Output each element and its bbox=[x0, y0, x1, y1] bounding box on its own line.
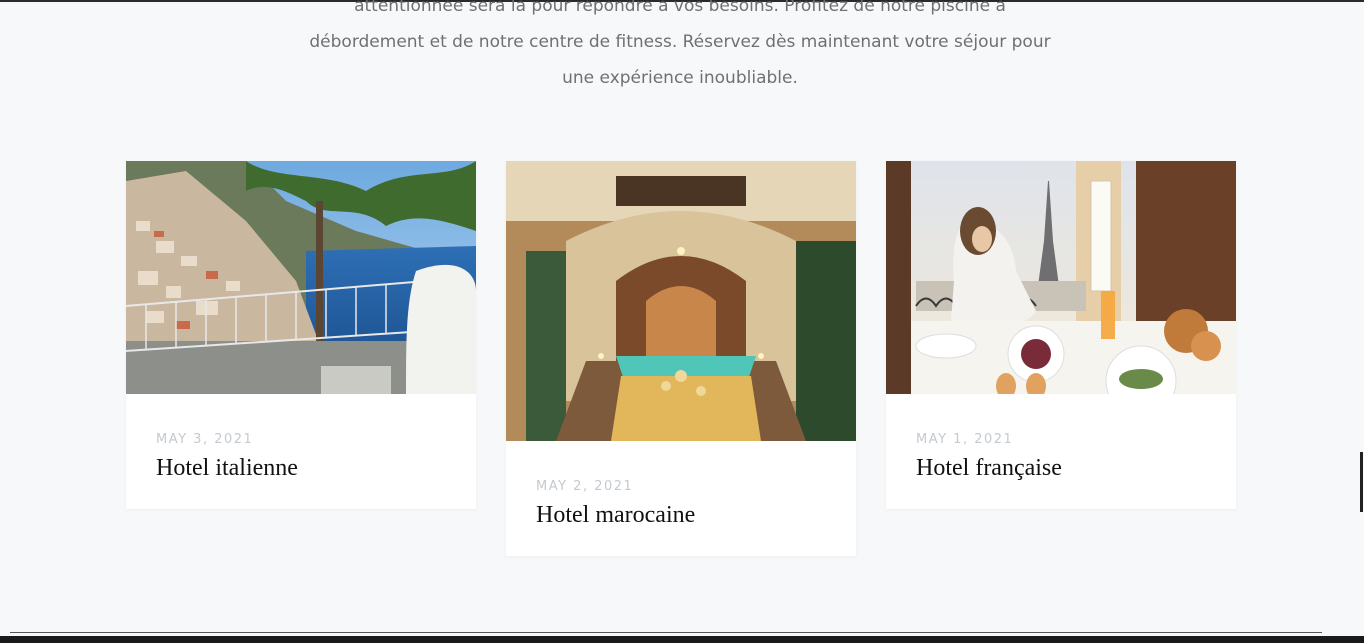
section-divider bbox=[10, 632, 1322, 633]
blog-card-italienne[interactable]: MAY 3, 2021 Hotel italienne bbox=[126, 161, 476, 509]
card-title[interactable]: Hotel française bbox=[916, 453, 1206, 483]
intro-line-2: débordement et de notre centre de fitnes… bbox=[309, 32, 1051, 52]
blog-card-marocaine[interactable]: MAY 2, 2021 Hotel marocaine bbox=[506, 161, 856, 556]
card-image-morocco[interactable] bbox=[506, 161, 856, 441]
card-date: MAY 3, 2021 bbox=[156, 432, 254, 447]
card-image-italy[interactable] bbox=[126, 161, 476, 394]
intro-text: attentionnée sera là pour répondre à vos… bbox=[300, 0, 1060, 96]
card-title[interactable]: Hotel marocaine bbox=[536, 500, 826, 530]
blog-card-francaise[interactable]: MAY 1, 2021 Hotel française bbox=[886, 161, 1236, 509]
card-date: MAY 2, 2021 bbox=[536, 479, 634, 494]
intro-line-3: une expérience inoubliable. bbox=[562, 68, 798, 88]
intro-line-1: attentionnée sera là pour répondre à vos… bbox=[354, 0, 1006, 16]
scrollbar-thumb[interactable] bbox=[1360, 452, 1363, 512]
card-image-paris[interactable] bbox=[886, 161, 1236, 394]
card-title[interactable]: Hotel italienne bbox=[156, 453, 446, 483]
card-date: MAY 1, 2021 bbox=[916, 432, 1014, 447]
footer-edge bbox=[0, 636, 1364, 643]
scrollbar[interactable] bbox=[1356, 0, 1364, 643]
